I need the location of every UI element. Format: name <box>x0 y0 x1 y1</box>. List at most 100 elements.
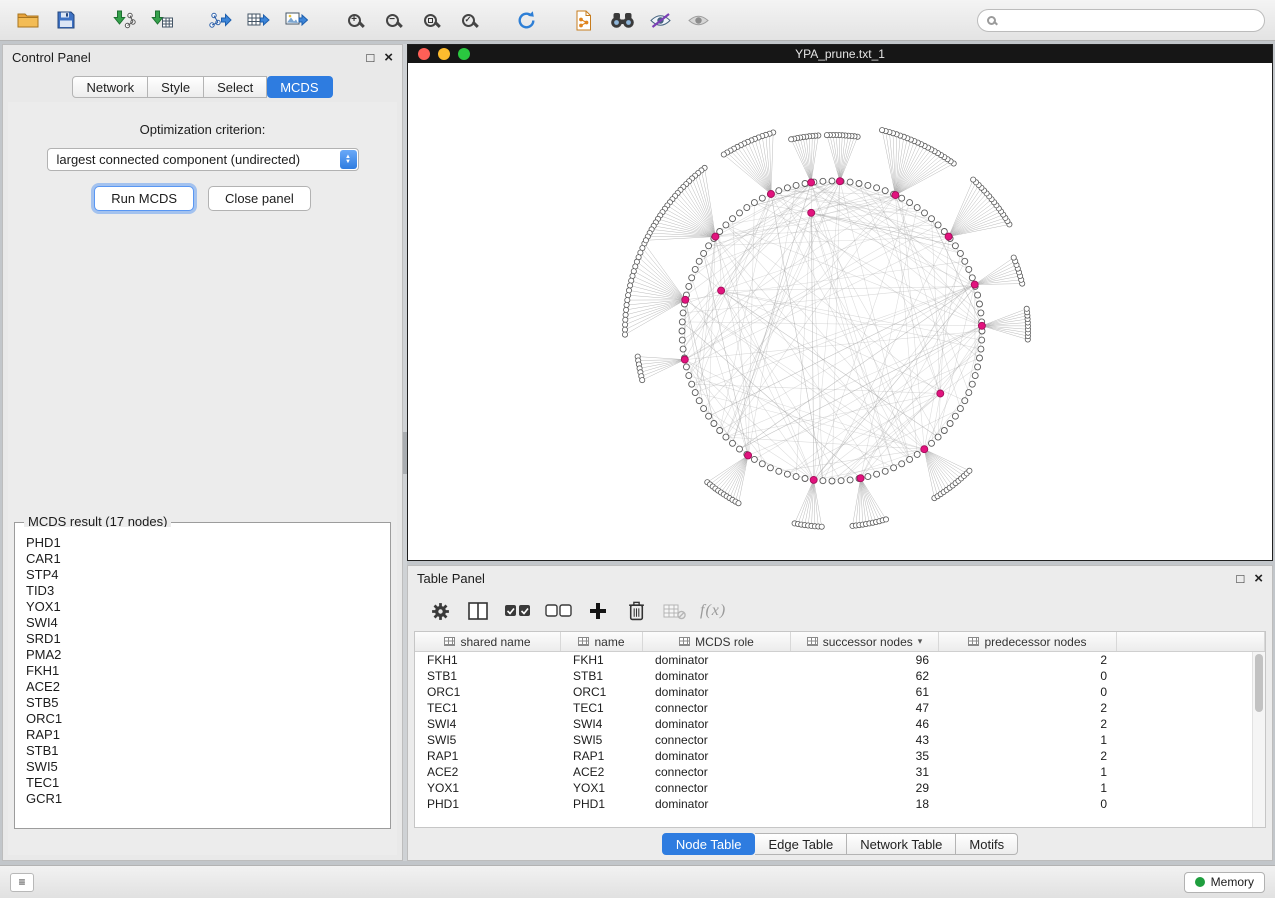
graph-node[interactable] <box>907 200 913 206</box>
graph-node[interactable] <box>975 292 981 298</box>
mcds-result-item[interactable]: TID3 <box>26 583 388 599</box>
graph-node[interactable] <box>701 406 707 412</box>
tab-edge-table[interactable]: Edge Table <box>755 833 847 855</box>
graph-node[interactable] <box>979 337 985 343</box>
graph-node[interactable] <box>978 310 984 316</box>
import-table-button[interactable] <box>144 5 180 35</box>
mcds-result-item[interactable]: PHD1 <box>26 535 388 551</box>
mcds-result-list[interactable]: PHD1CAR1STP4TID3YOX1SWI4SRD1PMA2FKH1ACE2… <box>17 527 388 826</box>
graph-node[interactable] <box>829 178 835 184</box>
table-row[interactable]: STB1STB1dominator620 <box>415 668 1265 684</box>
graph-node[interactable] <box>874 185 880 191</box>
graph-node[interactable] <box>847 477 853 483</box>
graph-node[interactable] <box>874 471 880 477</box>
graph-node[interactable] <box>624 302 629 307</box>
table-scrollbar[interactable] <box>1252 652 1265 827</box>
zoom-out-button[interactable]: − <box>374 5 410 35</box>
graph-node[interactable] <box>952 243 958 249</box>
tab-mcds[interactable]: MCDS <box>267 76 332 98</box>
graph-dominator-node[interactable] <box>892 192 899 199</box>
graph-node[interactable] <box>623 312 628 317</box>
graph-node[interactable] <box>820 178 826 184</box>
graph-node[interactable] <box>622 327 627 332</box>
graph-node[interactable] <box>966 266 972 272</box>
search-box[interactable] <box>977 9 1265 32</box>
table-row[interactable]: TEC1TEC1connector472 <box>415 700 1265 716</box>
graph-dominator-node[interactable] <box>718 287 725 294</box>
graph-node[interactable] <box>692 390 698 396</box>
mcds-result-item[interactable]: SWI5 <box>26 759 388 775</box>
mcds-result-item[interactable]: YOX1 <box>26 599 388 615</box>
graph-node[interactable] <box>679 337 685 343</box>
mcds-result-item[interactable]: STP4 <box>26 567 388 583</box>
save-session-button[interactable] <box>48 5 84 35</box>
import-network-button[interactable] <box>106 5 142 35</box>
graph-node[interactable] <box>819 524 824 529</box>
mcds-result-item[interactable]: STB5 <box>26 695 388 711</box>
graph-node[interactable] <box>972 373 978 379</box>
graph-node[interactable] <box>680 310 686 316</box>
graph-node[interactable] <box>736 501 741 506</box>
graph-node[interactable] <box>882 188 888 194</box>
graph-node[interactable] <box>952 413 958 419</box>
graph-node[interactable] <box>759 461 765 467</box>
graph-dominator-node[interactable] <box>808 179 815 186</box>
graph-node[interactable] <box>971 177 976 182</box>
graph-dominator-node[interactable] <box>745 452 752 459</box>
graph-node[interactable] <box>626 293 631 298</box>
find-button[interactable] <box>604 5 640 35</box>
zoom-fit-button[interactable] <box>412 5 448 35</box>
graph-dominator-node[interactable] <box>810 476 817 483</box>
graph-node[interactable] <box>625 298 630 303</box>
column-header-name[interactable]: name <box>561 632 643 651</box>
graph-node[interactable] <box>847 179 853 185</box>
graph-node[interactable] <box>899 195 905 201</box>
mcds-result-item[interactable]: GCR1 <box>26 791 388 807</box>
graph-node[interactable] <box>977 355 983 361</box>
table-settings-button[interactable] <box>424 596 456 626</box>
show-columns-button[interactable] <box>462 596 494 626</box>
graph-node[interactable] <box>689 381 695 387</box>
graph-node[interactable] <box>737 446 743 452</box>
graph-node[interactable] <box>978 346 984 352</box>
run-mcds-button[interactable]: Run MCDS <box>94 186 194 211</box>
graph-node[interactable] <box>629 278 634 283</box>
graph-node[interactable] <box>784 471 790 477</box>
graph-node[interactable] <box>706 413 712 419</box>
graph-dominator-node[interactable] <box>971 281 978 288</box>
import-table-disabled-button[interactable] <box>658 596 690 626</box>
graph-node[interactable] <box>966 390 972 396</box>
network-canvas[interactable] <box>408 63 1272 560</box>
column-header-mcds-role[interactable]: MCDS role <box>643 632 791 651</box>
graph-node[interactable] <box>689 275 695 281</box>
graph-node[interactable] <box>947 421 953 427</box>
graph-node[interactable] <box>820 478 826 484</box>
table-row[interactable]: ACE2ACE2connector311 <box>415 764 1265 780</box>
graph-node[interactable] <box>957 406 963 412</box>
graph-node[interactable] <box>838 478 844 484</box>
graph-node[interactable] <box>737 210 743 216</box>
tab-network-table[interactable]: Network Table <box>847 833 956 855</box>
close-table-panel-icon[interactable]: × <box>1254 571 1263 586</box>
graph-node[interactable] <box>776 188 782 194</box>
graph-node[interactable] <box>899 461 905 467</box>
table-row[interactable]: SWI4SWI4dominator462 <box>415 716 1265 732</box>
graph-node[interactable] <box>679 328 685 334</box>
graph-node[interactable] <box>701 250 707 256</box>
graph-node[interactable] <box>829 478 835 484</box>
graph-node[interactable] <box>793 474 799 480</box>
column-header-predecessor-nodes[interactable]: predecessor nodes <box>939 632 1117 651</box>
graph-node[interactable] <box>865 474 871 480</box>
graph-node[interactable] <box>623 317 628 322</box>
graph-node[interactable] <box>880 128 885 133</box>
mcds-result-item[interactable]: SWI4 <box>26 615 388 631</box>
table-row[interactable]: RAP1RAP1dominator352 <box>415 748 1265 764</box>
mcds-result-item[interactable]: FKH1 <box>26 663 388 679</box>
graph-dominator-node[interactable] <box>681 356 688 363</box>
memory-button[interactable]: Memory <box>1184 872 1265 893</box>
graph-node[interactable] <box>686 373 692 379</box>
graph-node[interactable] <box>706 243 712 249</box>
function-builder-button[interactable]: f(x) <box>696 596 730 626</box>
zoom-selected-button[interactable]: ✓ <box>450 5 486 35</box>
graph-node[interactable] <box>723 222 729 228</box>
